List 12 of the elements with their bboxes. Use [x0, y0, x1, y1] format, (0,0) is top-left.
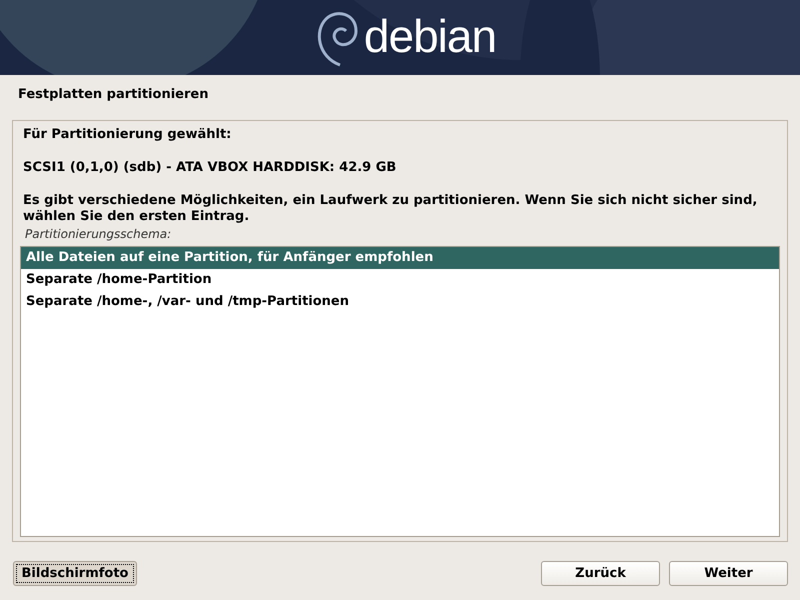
- list-label: Partitionierungsschema:: [24, 227, 172, 241]
- list-option[interactable]: Alle Dateien auf eine Partition, für Anfänger empfohlen: [21, 247, 779, 269]
- info-text: SCSI1 (0,1,0) (sdb) - ATA VBOX HARDDISK: 42.9 GB: [22, 160, 398, 176]
- list-option[interactable]: Separate /home-Partition: [21, 269, 779, 291]
- info-text: Es gibt verschiedene Möglichkeiten, ein Laufwerk zu partitionieren. Wenn Sie sich nicht sicher sind, wählen Sie den ersten Eintrag.: [22, 193, 758, 225]
- page-title: Festplatten partitionieren: [17, 86, 210, 104]
- back-button[interactable]: Zurück: [541, 561, 660, 586]
- list-option[interactable]: Separate /home-, /var- und /tmp-Partitionen: [21, 291, 779, 313]
- logo-text: debian: [364, 12, 496, 58]
- screenshot-button[interactable]: Bildschirmfoto: [13, 561, 137, 586]
- info-text: Für Partitionierung gewählt:: [22, 127, 232, 143]
- next-button[interactable]: Weiter: [669, 561, 788, 586]
